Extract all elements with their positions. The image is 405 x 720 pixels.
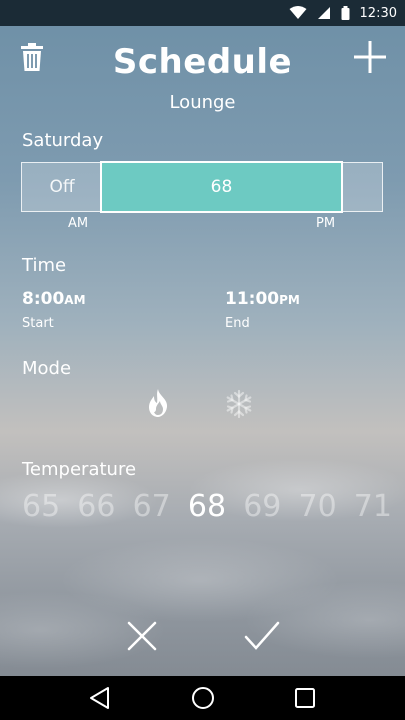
wifi-icon <box>289 6 307 19</box>
temp-option[interactable]: 71 <box>354 489 392 524</box>
temp-option-selected[interactable]: 68 <box>188 489 226 524</box>
pm-label: PM <box>316 216 336 231</box>
start-time[interactable]: 8:00AM <box>22 289 86 309</box>
cool-icon[interactable] <box>224 389 254 419</box>
status-time: 12:30 <box>359 5 397 21</box>
page-title: Schedule <box>112 42 293 82</box>
temp-option[interactable]: 70 <box>298 489 336 524</box>
recents-icon[interactable] <box>294 687 316 709</box>
heat-icon[interactable] <box>146 388 170 418</box>
temp-option[interactable]: 65 <box>22 489 60 524</box>
home-icon[interactable] <box>191 686 215 710</box>
end-caption: End <box>225 316 250 331</box>
signal-icon <box>317 7 330 19</box>
am-label: AM <box>68 216 89 231</box>
close-icon[interactable] <box>126 620 158 652</box>
status-bar: 12:30 <box>0 0 405 26</box>
plus-icon[interactable] <box>353 40 387 74</box>
temp-option[interactable]: 69 <box>243 489 281 524</box>
back-icon[interactable] <box>88 686 110 710</box>
end-time-ampm: PM <box>279 293 300 307</box>
mode-label: Mode <box>22 358 72 379</box>
battery-icon <box>341 6 350 20</box>
check-icon[interactable] <box>243 620 281 652</box>
start-caption: Start <box>22 316 54 331</box>
time-label: Time <box>22 255 67 276</box>
end-time-value: 11:00 <box>225 289 280 309</box>
day-label: Saturday <box>22 130 104 151</box>
start-time-ampm: AM <box>64 293 86 307</box>
off-segment[interactable]: Off <box>22 163 102 211</box>
schedule-bar[interactable]: Off 68 <box>21 161 383 213</box>
end-time[interactable]: 11:00PM <box>225 289 300 309</box>
temperature-label: Temperature <box>22 459 137 480</box>
nav-bar <box>0 676 405 720</box>
room-name: Lounge <box>169 92 236 113</box>
temperature-picker[interactable]: 65 66 67 68 69 70 71 <box>22 489 392 524</box>
header: Schedule <box>0 26 405 96</box>
temp-option[interactable]: 67 <box>133 489 171 524</box>
schedule-range[interactable]: 68 <box>100 161 343 213</box>
temp-option[interactable]: 66 <box>77 489 115 524</box>
start-time-value: 8:00 <box>22 289 65 309</box>
